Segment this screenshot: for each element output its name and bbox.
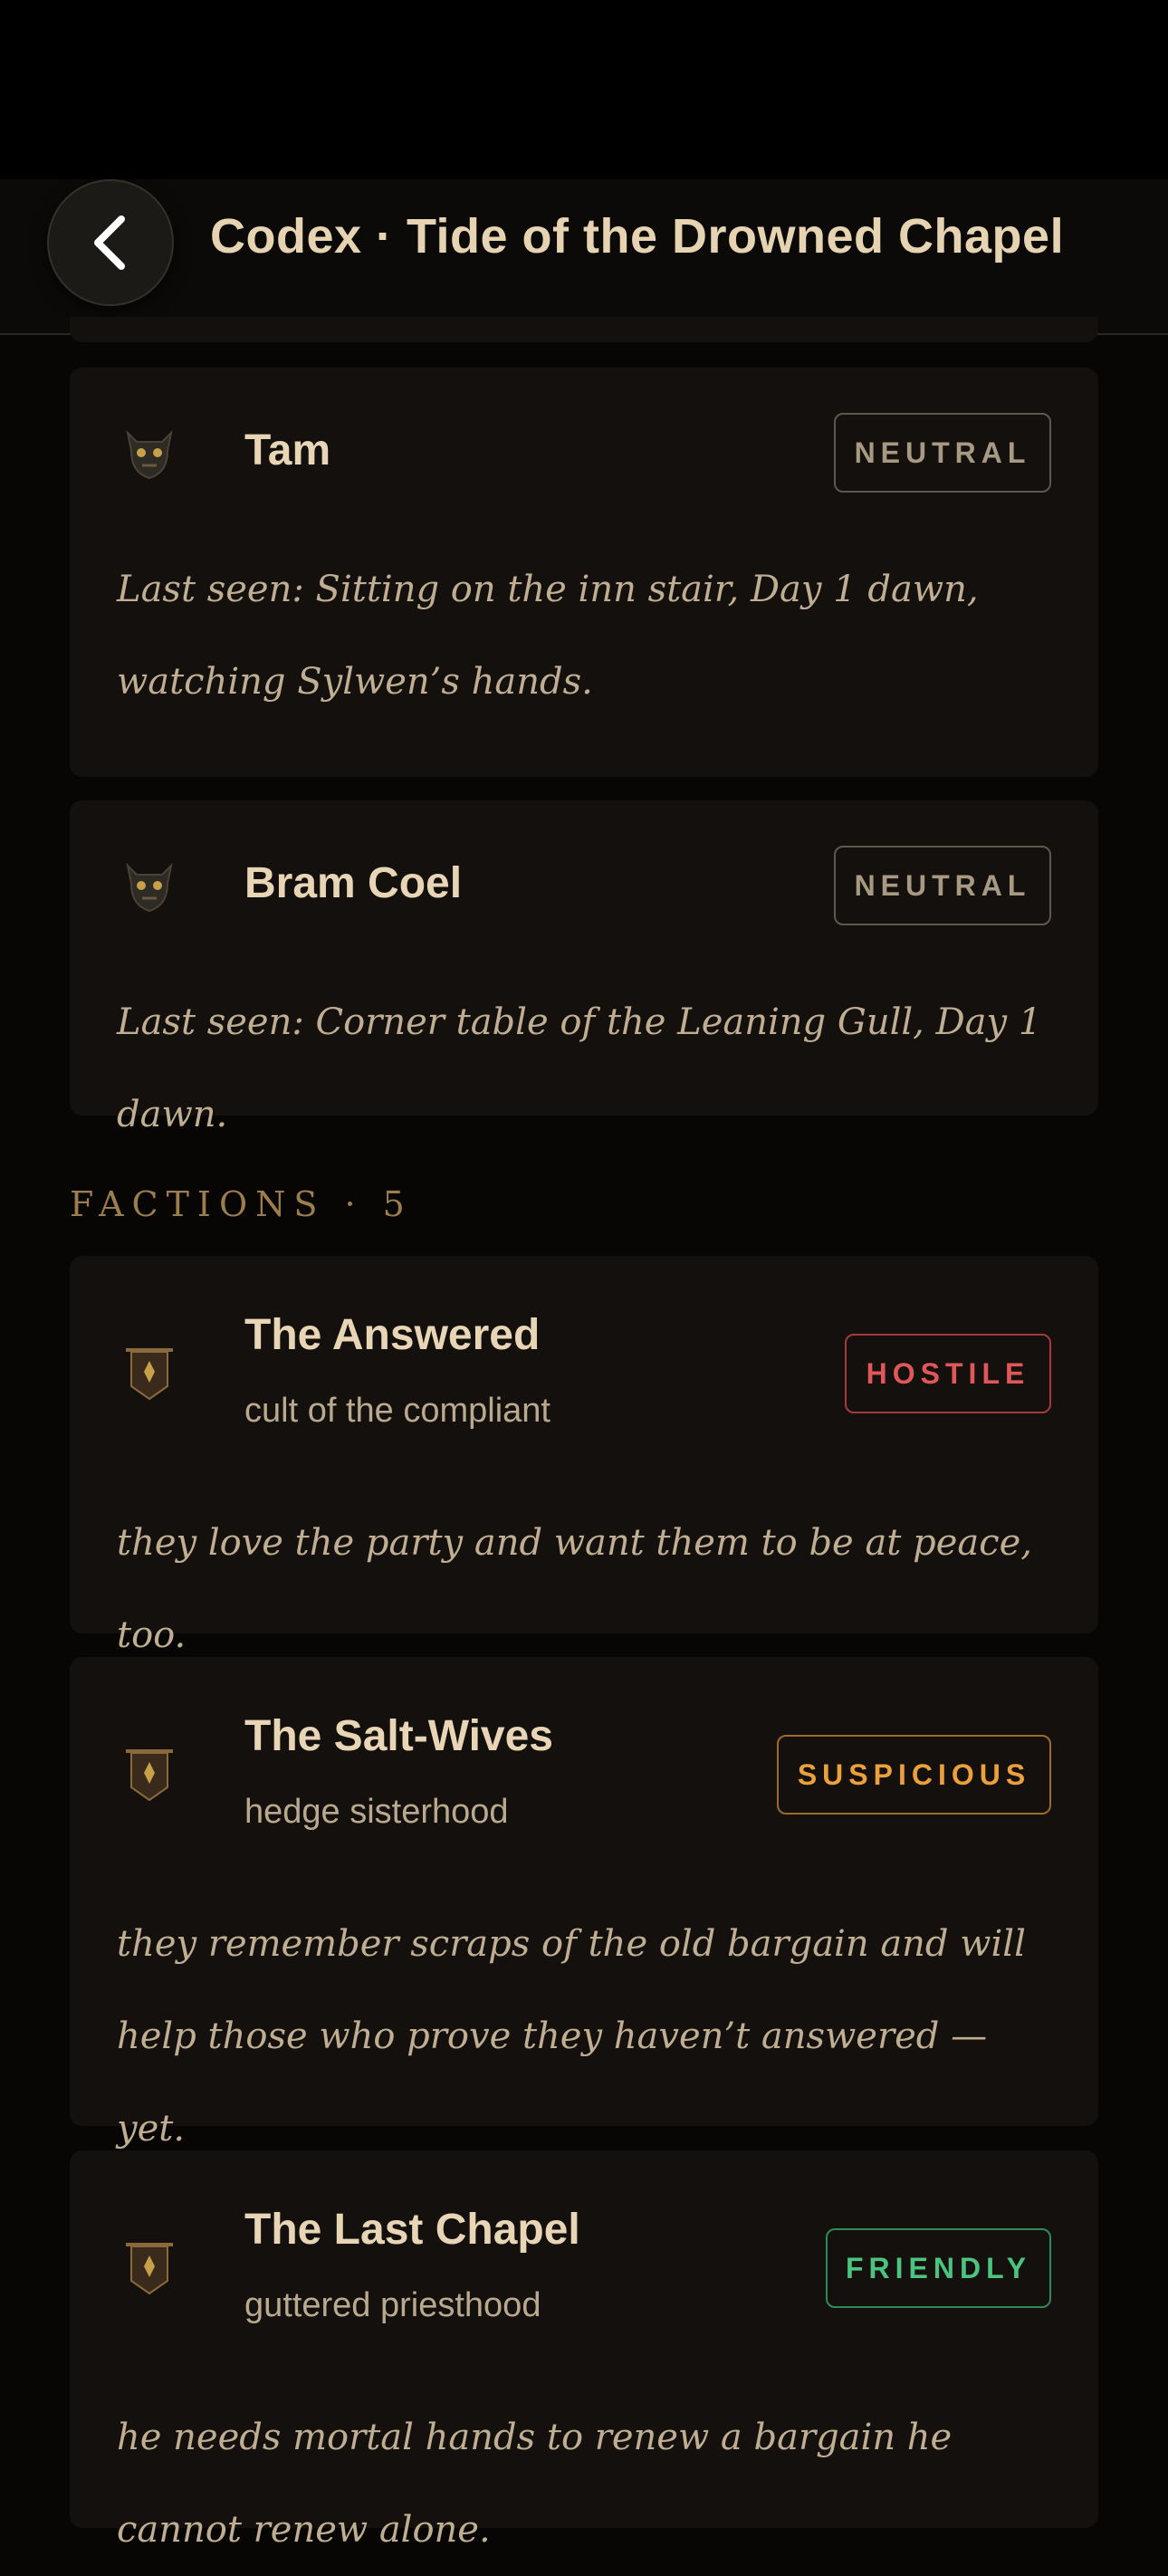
npc-card[interactable]: Tam NEUTRAL Last seen: Sitting on the in… <box>70 368 1098 777</box>
npc-last-seen: Last seen: Corner table of the Leaning G… <box>117 1001 1042 1135</box>
faction-type: cult of the compliant <box>244 1392 550 1430</box>
page-title: Codex · Tide of the Drowned Chapel <box>210 209 1065 263</box>
banner-icon <box>126 1348 173 1401</box>
banner-icon <box>126 2243 173 2295</box>
section-header-factions: FACTIONS · 5 <box>70 1184 413 1224</box>
faction-type: hedge sisterhood <box>244 1793 509 1831</box>
faction-name: The Answered <box>244 1311 541 1359</box>
faction-note: he needs mortal hands to renew a bargain… <box>117 2417 953 2551</box>
npc-last-seen: Last seen: Sitting on the inn stair, Day… <box>117 569 979 703</box>
faction-card[interactable]: The Salt-Wives hedge sisterhood SUSPICIO… <box>70 1657 1098 2150</box>
faction-note: they love the party and want them to be … <box>117 1522 1032 1656</box>
status-badge: FRIENDLY <box>826 2228 1051 2308</box>
npc-name: Bram Coel <box>244 859 463 907</box>
back-button[interactable] <box>47 179 174 306</box>
banner-icon <box>126 1749 173 1802</box>
npc-card[interactable]: Bram Coel NEUTRAL Last seen: Corner tabl… <box>70 800 1098 1135</box>
status-badge: NEUTRAL <box>834 846 1051 925</box>
header: Codex · Tide of the Drowned Chapel <box>0 179 1168 335</box>
faction-card[interactable]: The Answered cult of the compliant HOSTI… <box>70 1256 1098 1656</box>
status-bar <box>0 0 1168 179</box>
status-badge: SUSPICIOUS <box>777 1735 1051 1815</box>
demon-mask-icon <box>126 862 173 913</box>
demon-mask-icon <box>126 429 173 480</box>
faction-note: they remember scraps of the old bargain … <box>117 1923 1026 2150</box>
faction-name: The Last Chapel <box>244 2206 580 2254</box>
npc-name: Tam <box>244 426 331 474</box>
status-badge: HOSTILE <box>845 1334 1051 1413</box>
status-badge: NEUTRAL <box>834 413 1051 493</box>
chevron-left-icon <box>94 215 125 270</box>
faction-type: guttered priesthood <box>244 2286 541 2324</box>
previous-card-bottom <box>70 317 1098 342</box>
faction-card[interactable]: The Last Chapel guttered priesthood FRIE… <box>70 2150 1098 2551</box>
faction-name: The Salt-Wives <box>244 1712 553 1760</box>
